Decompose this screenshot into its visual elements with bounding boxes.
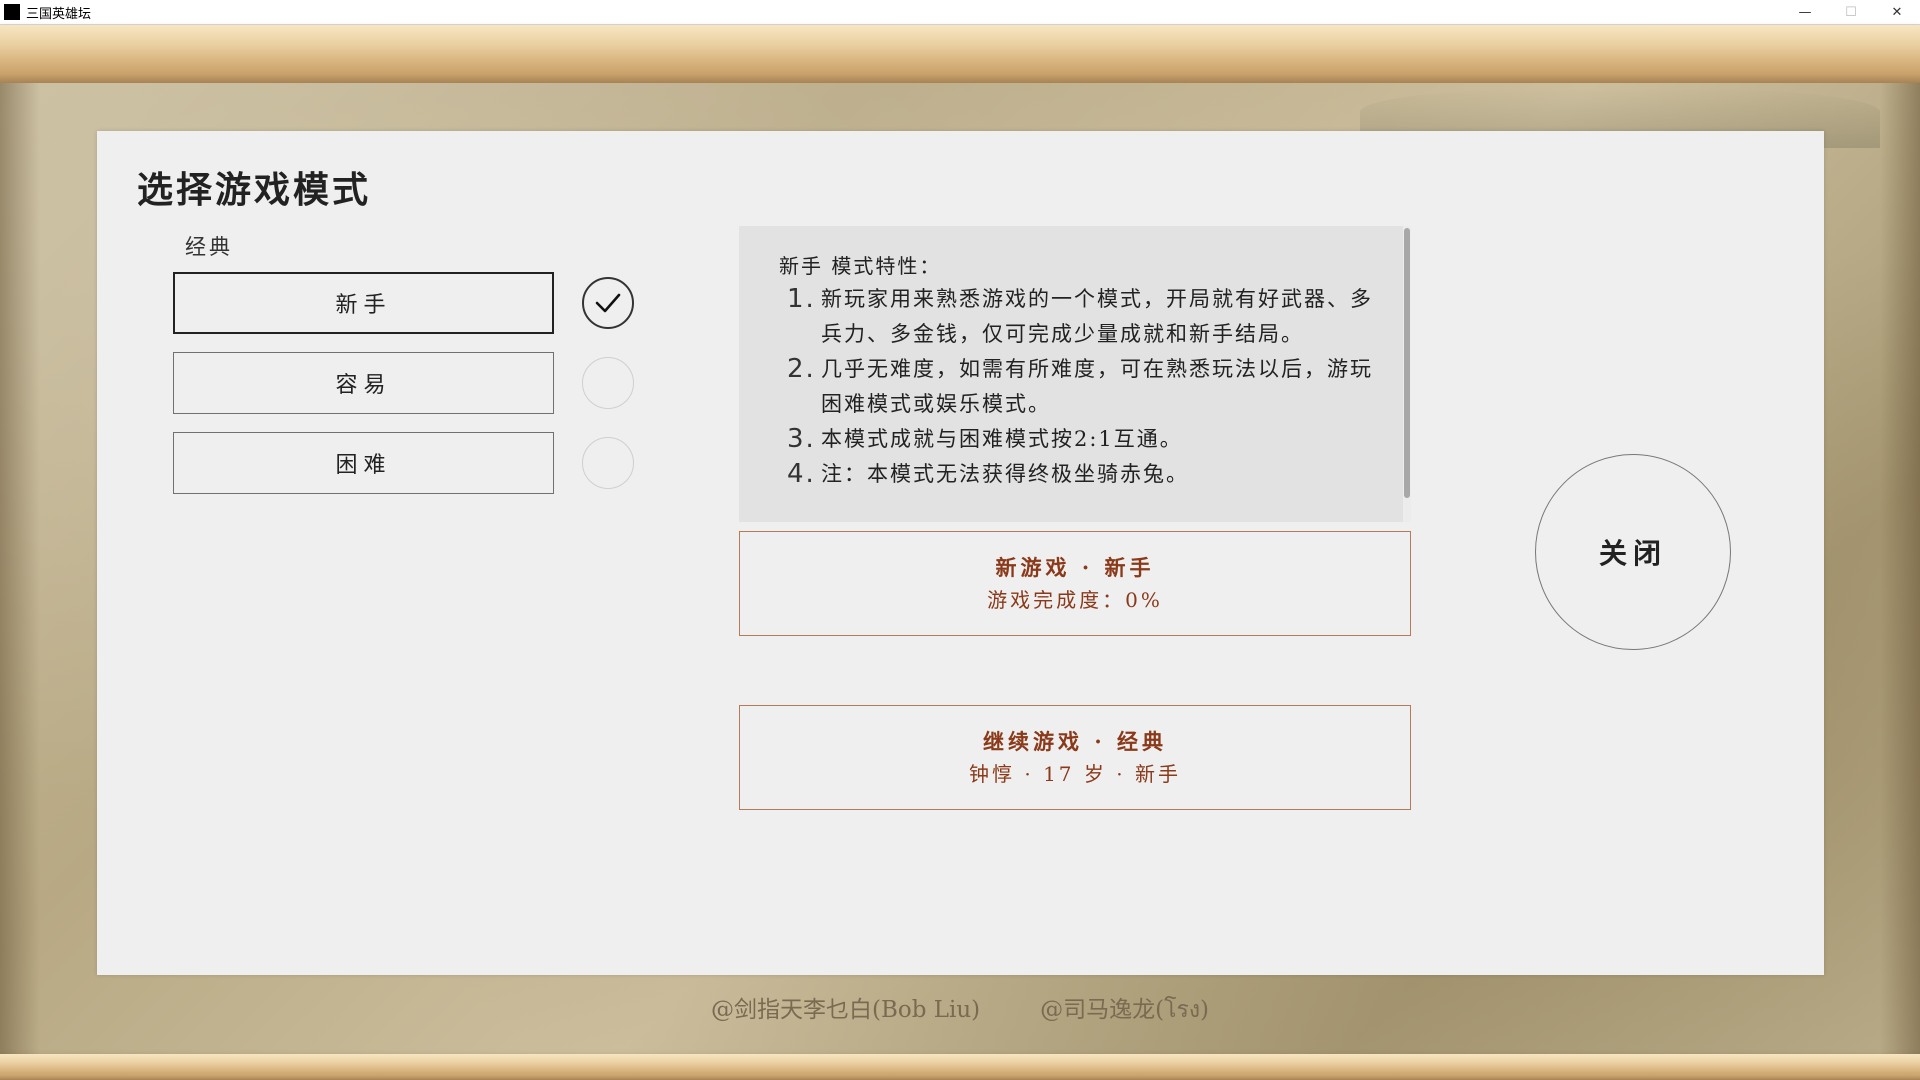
new-game-label: 新游戏 · 新手 [995,554,1155,580]
description-scrollbar[interactable] [1403,226,1411,522]
list-text: 新玩家用来熟悉游戏的一个模式，开局就有好武器、多兵力、多金钱，仅可完成少量成就和… [821,287,1373,346]
mode-button-hard[interactable]: 困难 [173,432,554,494]
category-label: 经典 [185,235,233,259]
continue-game-button[interactable]: 继续游戏 · 经典 钟惇 · 17 岁 · 新手 [739,705,1411,810]
list-number: 3. [787,424,816,454]
list-item: 4. 注：本模式无法获得终极坐骑赤兔。 [779,457,1379,492]
list-number: 4. [787,459,816,489]
window-titlebar: 三国英雄坛 — ☐ ✕ [0,0,1920,25]
parchment-edge-left [0,83,40,1054]
description-title: 新手 模式特性： [779,254,942,278]
list-item: 1. 新玩家用来熟悉游戏的一个模式，开局就有好武器、多兵力、多金钱，仅可完成少量… [779,282,1379,352]
checkmark-icon [595,293,621,313]
new-game-button[interactable]: 新游戏 · 新手 游戏完成度：0% [739,531,1411,636]
window-controls: — ☐ ✕ [1782,0,1920,25]
mode-button-novice[interactable]: 新手 [173,272,554,334]
list-number: 1. [787,284,816,314]
list-text: 几乎无难度，如需有所难度，可在熟悉玩法以后，游玩困难模式或娱乐模式。 [821,357,1373,416]
parchment-edge-right [1880,83,1920,1054]
mode-description-box[interactable]: 新手 模式特性： 1. 新玩家用来熟悉游戏的一个模式，开局就有好武器、多兵力、多… [739,226,1411,522]
credit-author-2: @司马逸龙(โรง) [1040,997,1210,1023]
list-number: 2. [787,354,816,384]
credit-author-1: @剑指天李乜白(Bob Liu) [710,997,981,1023]
scroll-rod-top [0,25,1920,83]
maximize-button[interactable]: ☐ [1828,0,1874,25]
app-icon [4,4,20,20]
list-item: 2. 几乎无难度，如需有所难度，可在熟悉玩法以后，游玩困难模式或娱乐模式。 [779,352,1379,422]
credits: @剑指天李乜白(Bob Liu) @司马逸龙(โรง) [0,990,1920,1028]
window-close-button[interactable]: ✕ [1874,0,1920,25]
mode-radio-hard[interactable] [582,437,634,489]
list-text: 注：本模式无法获得终极坐骑赤兔。 [821,462,1189,486]
continue-game-label: 继续游戏 · 经典 [983,728,1167,754]
scrollbar-thumb[interactable] [1404,228,1410,498]
scroll-rod-bottom [0,1054,1920,1080]
mode-radio-easy[interactable] [582,357,634,409]
page-title: 选择游戏模式 [137,169,372,211]
list-text: 本模式成就与困难模式按2:1互通。 [821,427,1183,451]
description-list: 1. 新玩家用来熟悉游戏的一个模式，开局就有好武器、多兵力、多金钱，仅可完成少量… [779,282,1379,492]
window-title: 三国英雄坛 [26,6,92,22]
list-item: 3. 本模式成就与困难模式按2:1互通。 [779,422,1379,457]
mode-radio-novice[interactable] [582,277,634,329]
mode-button-easy[interactable]: 容易 [173,352,554,414]
close-button[interactable]: 关闭 [1535,454,1731,650]
save-info-label: 钟惇 · 17 岁 · 新手 [969,761,1181,786]
minimize-button[interactable]: — [1782,0,1828,25]
completion-label: 游戏完成度：0% [987,587,1163,612]
mode-select-panel: 选择游戏模式 经典 新手 容易 困难 新手 模式特性： 1. 新玩家用来熟悉游戏… [97,131,1824,975]
